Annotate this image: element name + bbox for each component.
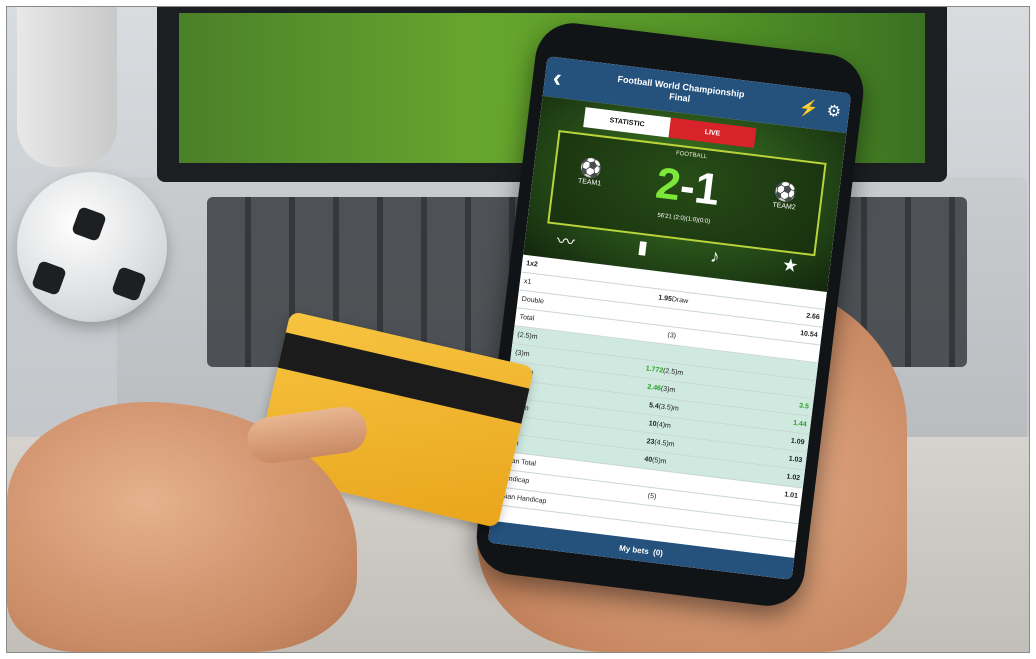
star-icon[interactable]: ★	[780, 254, 799, 282]
odds-cell[interactable]	[741, 344, 815, 353]
score-away: 1	[691, 163, 723, 215]
photo-frame: ‹ Football World Championship Final ⚡ ⚙ …	[6, 6, 1030, 653]
tab-live[interactable]: LIVE	[668, 117, 757, 148]
odds-cell	[646, 514, 720, 523]
odds-table: 1x2 x1 1.95 Draw 2.66 Double 10.54 Total (3) (2.5…	[492, 254, 827, 543]
odds-cell[interactable]	[737, 380, 811, 389]
odds-cell[interactable]	[722, 505, 796, 514]
bar-chart-icon[interactable]: ▮	[636, 237, 649, 264]
odds-cell[interactable]	[600, 273, 674, 282]
bell-icon[interactable]: ♪	[709, 246, 720, 273]
odds-cell[interactable]	[719, 523, 793, 532]
odds-cell	[670, 317, 744, 326]
lightning-icon[interactable]: ⚡	[798, 97, 820, 119]
phone-screen: ‹ Football World Championship Final ⚡ ⚙ …	[487, 56, 852, 580]
soccer-ball	[17, 172, 167, 322]
soccer-ball-icon: ⚽	[578, 157, 604, 180]
odds-cell[interactable]	[576, 469, 650, 478]
odds-cell[interactable]	[748, 291, 822, 300]
team-home-name: TEAM1	[577, 177, 602, 188]
odds-cell[interactable]	[593, 326, 667, 335]
odds-cell	[665, 353, 739, 362]
my-bets-label: My bets	[618, 543, 650, 556]
vase	[17, 7, 117, 167]
odds-cell[interactable]	[572, 505, 646, 514]
odds-cell[interactable]	[591, 344, 665, 353]
team-away: ⚽ TEAM2	[759, 179, 812, 213]
odds-cell	[650, 478, 724, 487]
gear-icon[interactable]: ⚙	[825, 101, 842, 123]
odds-cell[interactable]	[739, 362, 813, 371]
odds-cell[interactable]	[596, 308, 670, 317]
team-home: ⚽ TEAM1	[564, 155, 617, 189]
my-bets-count: (0)	[652, 547, 664, 558]
soccer-ball-icon: ⚽	[773, 180, 799, 204]
odds-cell[interactable]	[574, 487, 648, 496]
back-arrow-icon[interactable]: ‹	[551, 62, 563, 93]
tab-statistic[interactable]: STATISTIC	[583, 107, 671, 138]
trend-chart-icon[interactable]: 〰	[555, 227, 576, 255]
odds-cell: Asian Handicap	[497, 492, 547, 506]
odds-cell	[674, 282, 748, 291]
smartphone: ‹ Football World Championship Final ⚡ ⚙ …	[472, 18, 868, 611]
team-away-name: TEAM2	[771, 201, 797, 212]
